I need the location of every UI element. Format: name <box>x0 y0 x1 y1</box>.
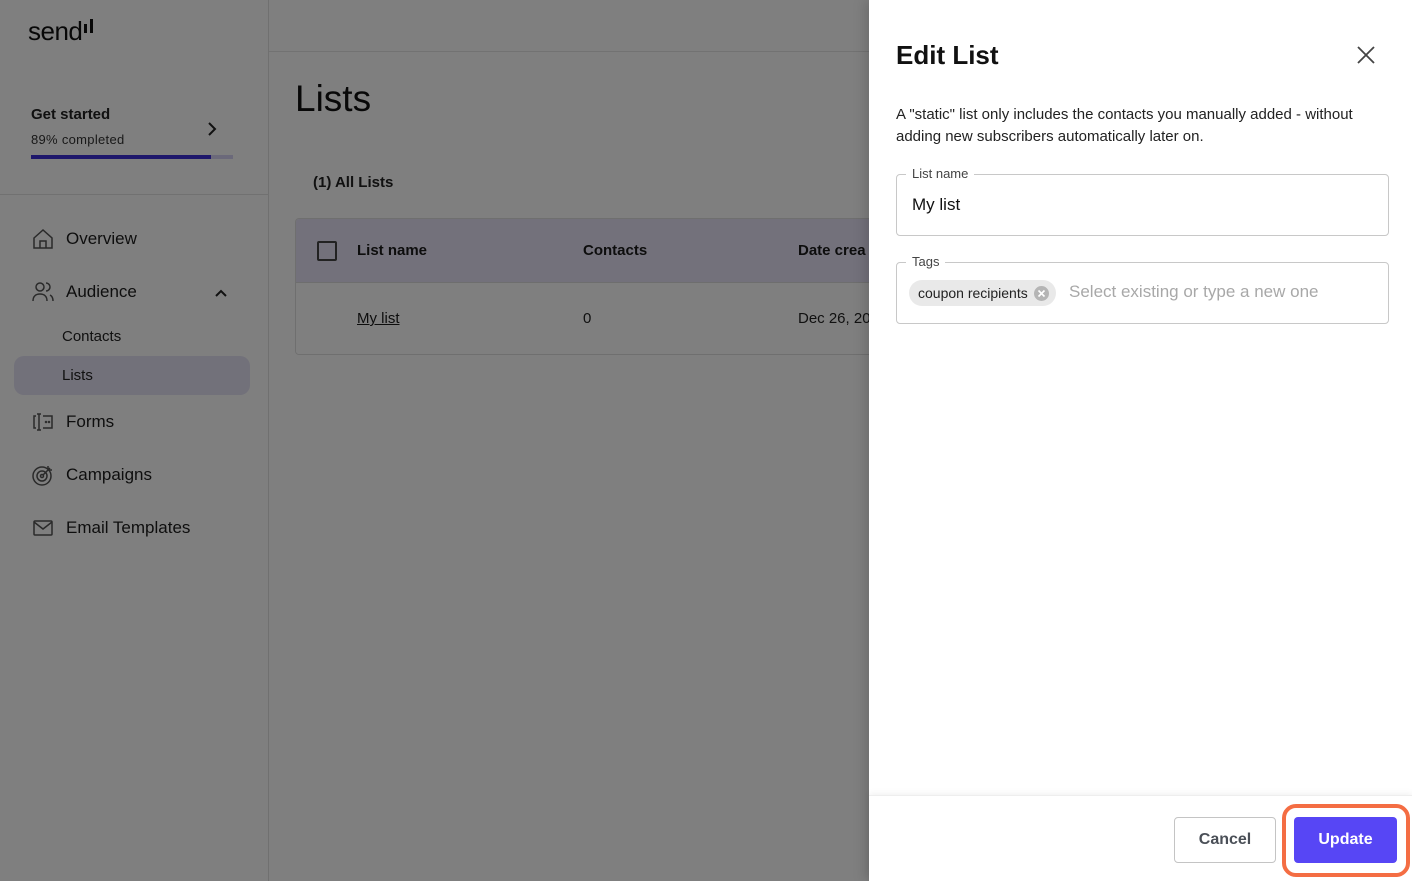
tag-chip: coupon recipients <box>909 280 1056 306</box>
edit-list-drawer: Edit List A "static" list only includes … <box>869 0 1412 881</box>
list-name-label: List name <box>906 166 975 181</box>
drawer-description: A "static" list only includes the contac… <box>896 106 1353 145</box>
tag-chip-label: coupon recipients <box>918 285 1028 301</box>
remove-tag-icon[interactable] <box>1033 285 1049 301</box>
modal-backdrop[interactable] <box>0 0 869 881</box>
cancel-button[interactable]: Cancel <box>1174 817 1276 863</box>
list-name-field: List name <box>896 166 1389 236</box>
drawer-title: Edit List <box>896 40 999 70</box>
tags-label: Tags <box>906 254 946 269</box>
close-icon[interactable] <box>1355 44 1377 66</box>
tags-input[interactable] <box>1069 282 1369 302</box>
drawer-footer: Cancel Update <box>869 795 1412 881</box>
list-name-input[interactable] <box>912 195 1372 215</box>
tags-field: Tags coupon recipients <box>896 254 1389 324</box>
update-button[interactable]: Update <box>1294 817 1397 863</box>
